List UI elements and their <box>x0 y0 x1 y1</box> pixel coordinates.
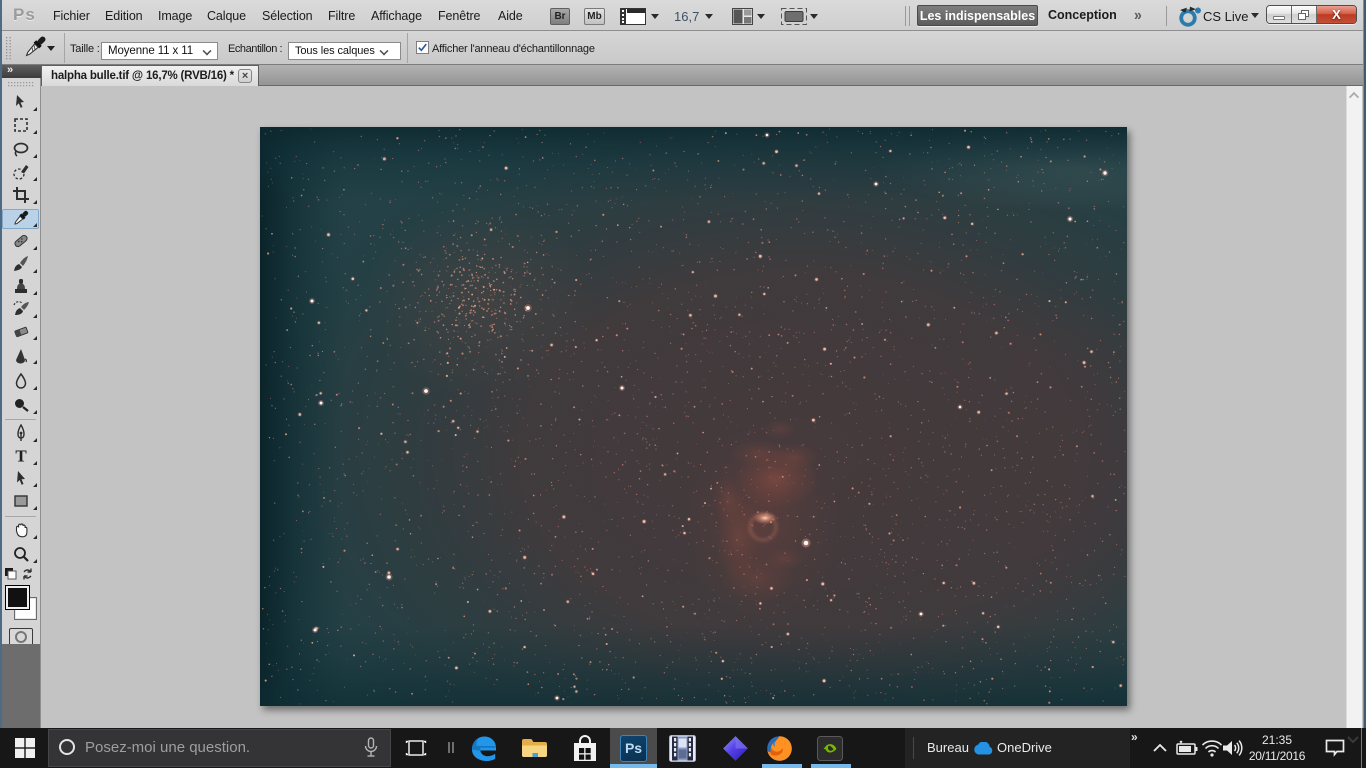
svg-text:T: T <box>15 447 27 465</box>
